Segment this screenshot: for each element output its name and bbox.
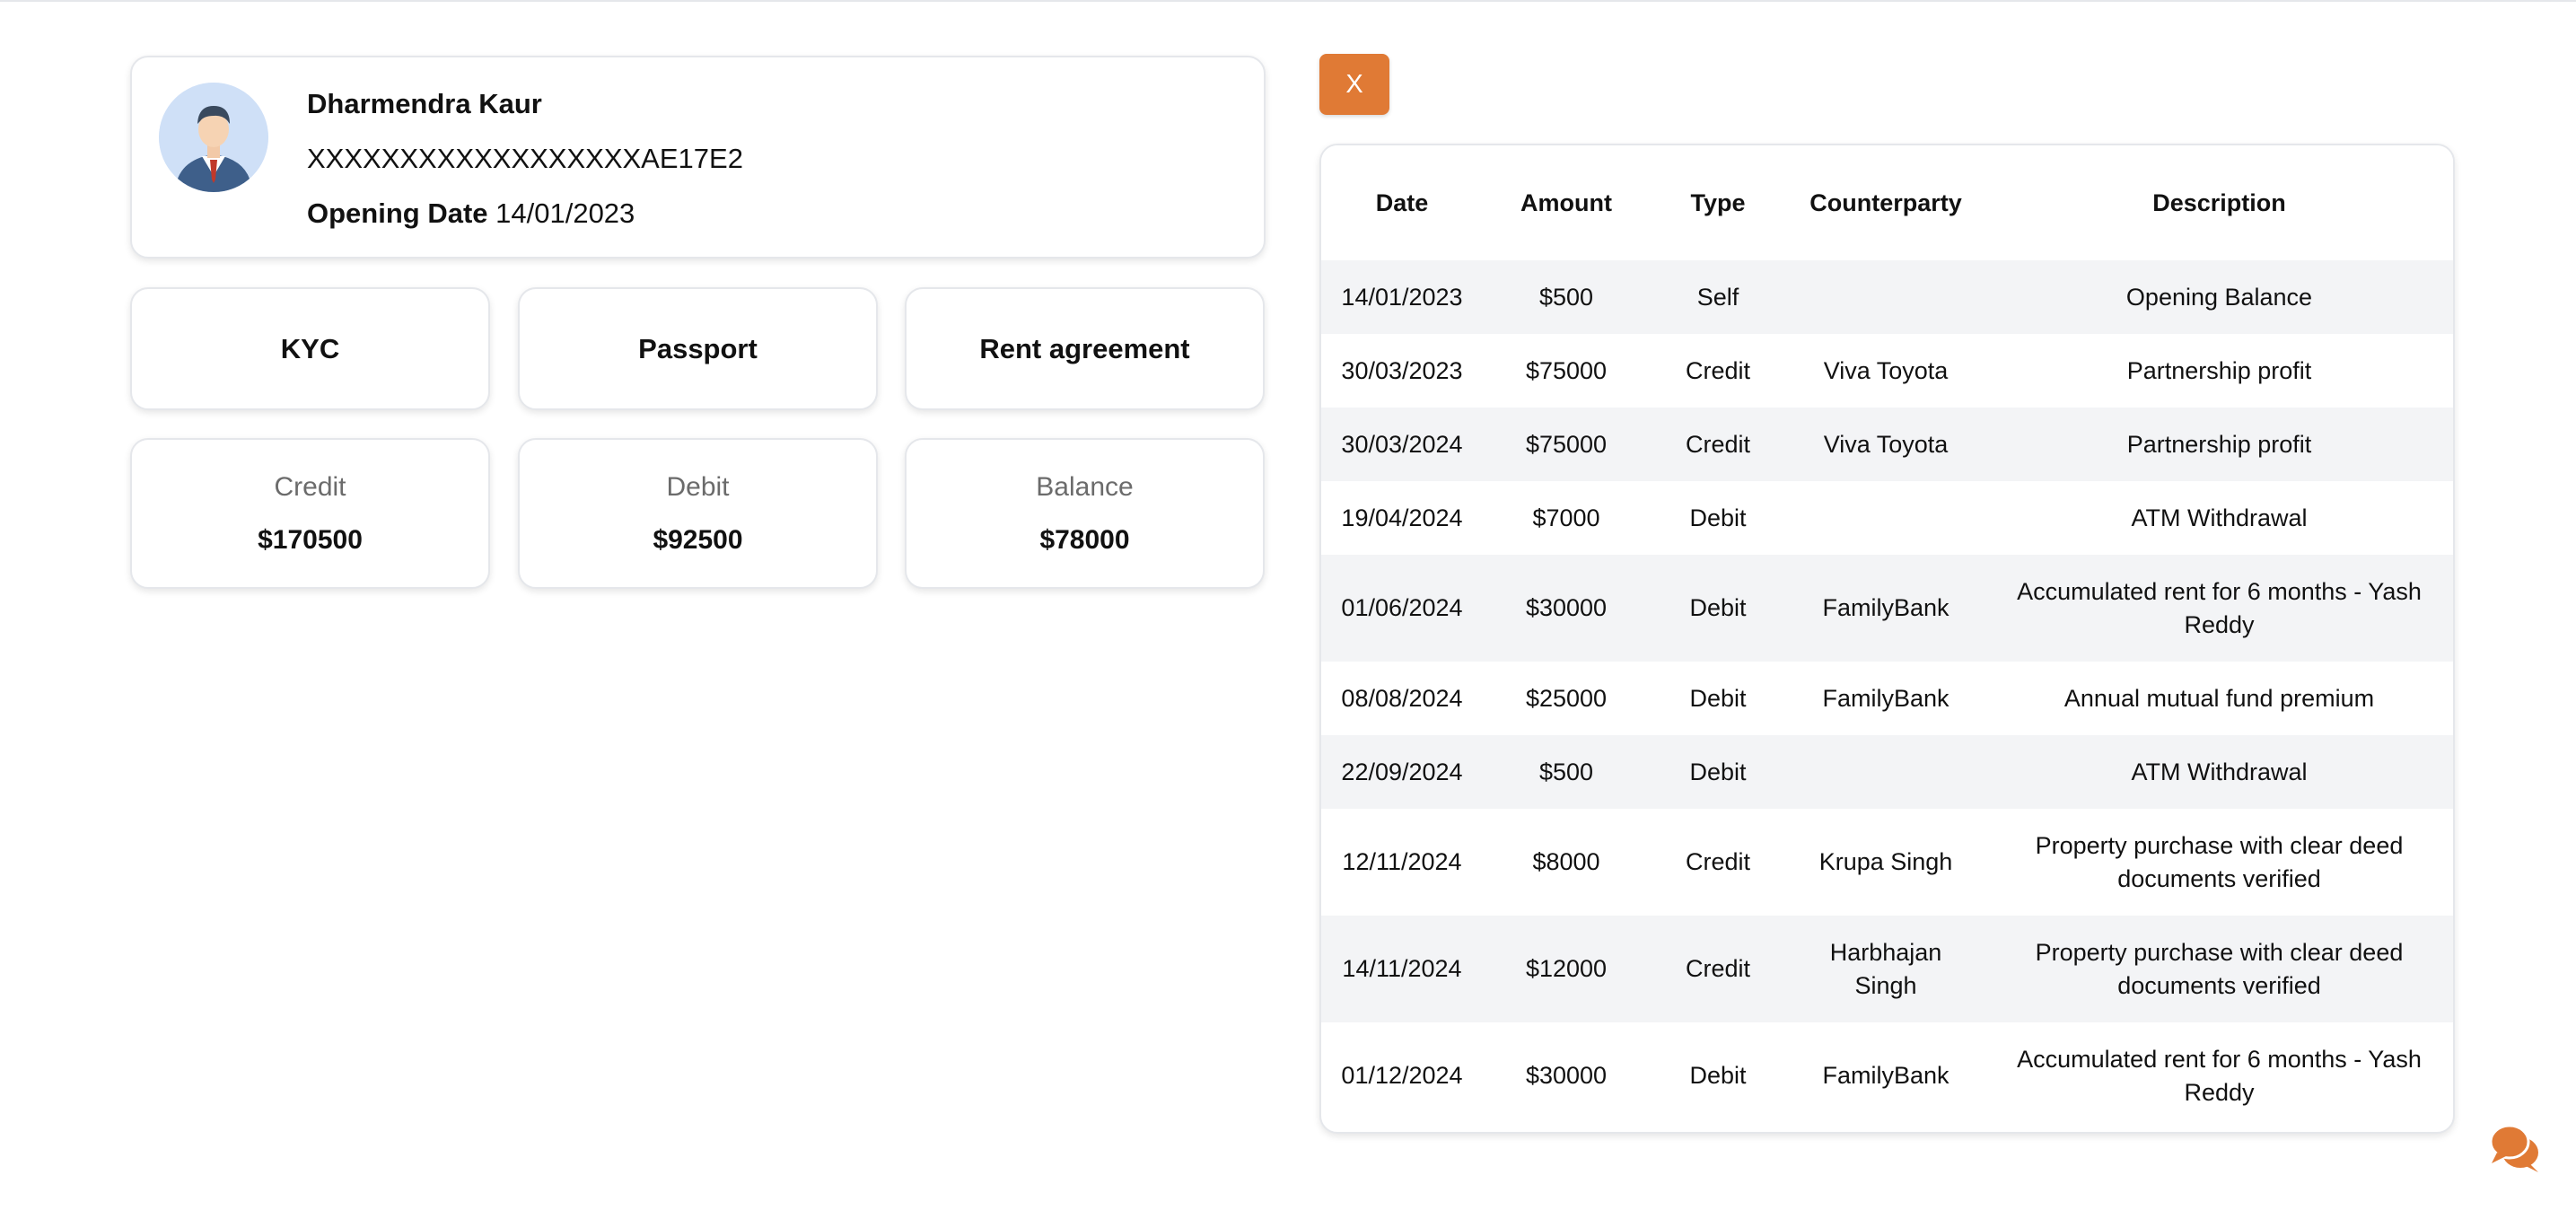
cell-date: 30/03/2024 — [1321, 408, 1483, 481]
close-button[interactable]: X — [1319, 54, 1389, 115]
header-description: Description — [1985, 145, 2453, 260]
cell-amount: $500 — [1483, 260, 1650, 334]
credit-value: $170500 — [258, 525, 363, 555]
cell-description: Property purchase with clear deed docume… — [1985, 916, 2453, 1022]
cell-counterparty — [1786, 481, 1985, 555]
cell-description: Property purchase with clear deed docume… — [2035, 831, 2404, 892]
table-row: 22/09/2024 $500 Debit ATM Withdrawal — [1321, 735, 2453, 809]
debit-label: Debit — [666, 472, 730, 502]
cell-type: Debit — [1650, 555, 1786, 662]
cell-counterparty: FamilyBank — [1822, 1062, 1950, 1089]
header-date: Date — [1321, 145, 1483, 260]
opening-date-label: Opening Date — [307, 197, 488, 229]
cell-date: 14/01/2023 — [1321, 260, 1483, 334]
document-kyc[interactable]: KYC — [130, 287, 490, 410]
cell-amount: $30000 — [1525, 1062, 1608, 1089]
cell-counterparty — [1786, 260, 1985, 334]
opening-date: Opening Date 14/01/2023 — [307, 197, 635, 230]
chat-bubbles-icon[interactable] — [2488, 1120, 2542, 1174]
cell-amount: $12000 — [1483, 916, 1650, 1022]
credit-label: Credit — [274, 472, 346, 502]
cell-description: Accumulated rent for 6 months - Yash Red… — [1985, 555, 2453, 662]
cell-amount: $30000 — [1483, 555, 1650, 662]
document-rent-agreement[interactable]: Rent agreement — [905, 287, 1265, 410]
table-row: 14/01/2023 $500 Self Opening Balance — [1321, 260, 2453, 334]
cell-amount: $75000 — [1483, 408, 1650, 481]
debit-value: $92500 — [653, 525, 743, 555]
cell-amount: $75000 — [1525, 356, 1608, 384]
cell-description: Opening Balance — [1985, 260, 2453, 334]
cell-description: Accumulated rent for 6 months - Yash Red… — [2017, 1045, 2422, 1106]
account-number: XXXXXXXXXXXXXXXXXXAE17E2 — [307, 143, 743, 174]
table-row: 01/12/2024 $30000 Debit FamilyBank Accum… — [1321, 1022, 2453, 1129]
cell-type: Debit — [1689, 504, 1747, 531]
businessman-avatar-icon — [159, 83, 268, 192]
cell-counterparty: FamilyBank — [1786, 555, 1985, 662]
cell-counterparty: Harbhajan Singh — [1786, 916, 1985, 1022]
cell-amount: $500 — [1483, 735, 1650, 809]
cell-type: Credit — [1650, 916, 1786, 1022]
cell-description: Partnership profit — [2126, 356, 2312, 384]
cell-type: Credit — [1685, 848, 1751, 875]
cell-amount: $8000 — [1532, 848, 1600, 875]
transactions-table-card: Date Amount Type Counterparty Descriptio… — [1319, 144, 2455, 1134]
top-divider — [0, 0, 2576, 2]
opening-date-value: 14/01/2023 — [495, 197, 635, 229]
cell-type: Credit — [1650, 408, 1786, 481]
table-header-row: Date Amount Type Counterparty Descriptio… — [1321, 145, 2453, 260]
cell-description: Annual mutual fund premium — [2063, 684, 2375, 712]
profile-card: Dharmendra Kaur XXXXXXXXXXXXXXXXXXAE17E2… — [130, 56, 1266, 259]
cell-type: Debit — [1650, 735, 1786, 809]
cell-type: Self — [1650, 260, 1786, 334]
cell-date: 14/11/2024 — [1321, 916, 1483, 1022]
table-row: 08/08/2024 $25000 Debit FamilyBank Annua… — [1321, 662, 2453, 735]
header-amount: Amount — [1483, 145, 1650, 260]
balance-summary-card: Balance $78000 — [905, 438, 1265, 589]
cell-date: 12/11/2024 — [1342, 848, 1462, 875]
header-counterparty: Counterparty — [1786, 145, 1985, 260]
table-row: 12/11/2024 $8000 Credit Krupa Singh Prop… — [1321, 809, 2453, 916]
table-row: 30/03/2024 $75000 Credit Viva Toyota Par… — [1321, 408, 2453, 481]
cell-date: 30/03/2023 — [1341, 356, 1463, 384]
table-row: 30/03/2023 $75000 Credit Viva Toyota Par… — [1321, 334, 2453, 408]
cell-type: Debit — [1689, 684, 1747, 712]
document-passport[interactable]: Passport — [518, 287, 878, 410]
cell-amount: $7000 — [1532, 504, 1600, 531]
cell-amount: $25000 — [1525, 684, 1608, 712]
header-type: Type — [1650, 145, 1786, 260]
table-row: 19/04/2024 $7000 Debit ATM Withdrawal — [1321, 481, 2453, 555]
cell-date: 01/12/2024 — [1341, 1062, 1463, 1089]
cell-date: 01/06/2024 — [1321, 555, 1483, 662]
cell-type: Credit — [1685, 356, 1751, 384]
balance-label: Balance — [1036, 472, 1134, 502]
cell-date: 08/08/2024 — [1341, 684, 1463, 712]
table-row: 14/11/2024 $12000 Credit Harbhajan Singh… — [1321, 916, 2453, 1022]
customer-name: Dharmendra Kaur — [307, 88, 542, 119]
debit-summary-card: Debit $92500 — [518, 438, 878, 589]
cell-counterparty: FamilyBank — [1822, 684, 1950, 712]
cell-date: 19/04/2024 — [1341, 504, 1463, 531]
cell-date: 22/09/2024 — [1321, 735, 1483, 809]
cell-description: ATM Withdrawal — [2131, 504, 2308, 531]
transactions-table: Date Amount Type Counterparty Descriptio… — [1321, 145, 2453, 1129]
table-row: 01/06/2024 $30000 Debit FamilyBank Accum… — [1321, 555, 2453, 662]
cell-counterparty: Krupa Singh — [1818, 848, 1953, 875]
cell-counterparty: Viva Toyota — [1786, 408, 1985, 481]
credit-summary-card: Credit $170500 — [130, 438, 490, 589]
cell-type: Debit — [1689, 1062, 1747, 1089]
cell-description: ATM Withdrawal — [1985, 735, 2453, 809]
cell-counterparty: Viva Toyota — [1823, 356, 1949, 384]
cell-description: Partnership profit — [1985, 408, 2453, 481]
cell-counterparty — [1786, 735, 1985, 809]
balance-value: $78000 — [1039, 525, 1130, 555]
